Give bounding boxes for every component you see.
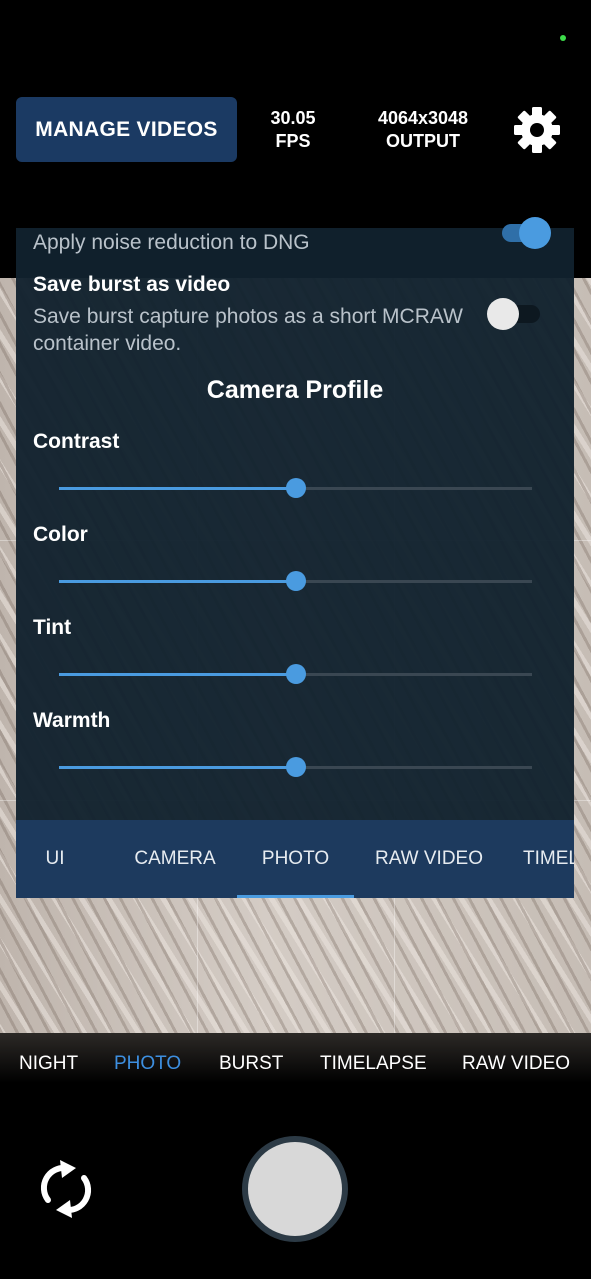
resolution-value: 4064x3048 [377,108,469,128]
tab-photo[interactable]: PHOTO [237,820,354,898]
mode-burst[interactable]: BURST [219,1053,283,1075]
color-slider[interactable] [59,571,532,591]
shutter-button[interactable] [248,1142,342,1236]
capture-mode-selector: NIGHT PHOTO BURST TIMELAPSE RAW VIDEO [0,1033,591,1083]
toggle-knob [519,217,551,249]
settings-tab-bar: UI CAMERA PHOTO RAW VIDEO TIMEL [16,820,574,898]
rotate-camera-icon[interactable] [38,1158,94,1220]
slider-thumb[interactable] [285,478,306,498]
tint-slider[interactable] [59,664,532,684]
warmth-label: Warmth [33,709,111,732]
gear-icon[interactable] [512,105,562,155]
save-burst-title: Save burst as video [33,273,231,296]
warmth-slider[interactable] [59,757,532,777]
mode-timelapse[interactable]: TIMELAPSE [320,1053,427,1075]
tint-label: Tint [33,616,72,639]
slider-thumb[interactable] [285,571,306,591]
output-resolution-readout: 4064x3048 OUTPUT [362,107,484,153]
active-tab-indicator [237,895,354,898]
noise-reduction-label: Apply noise reduction to DNG [33,231,310,254]
manage-videos-button[interactable]: MANAGE VIDEOS [16,97,237,162]
fps-readout: 30.05 FPS [258,107,328,153]
toggle-knob [487,298,519,330]
slider-thumb[interactable] [285,664,306,684]
contrast-slider[interactable] [59,478,532,498]
tab-ui[interactable]: UI [16,820,94,898]
resolution-label: OUTPUT [386,131,460,151]
slider-thumb[interactable] [285,757,306,777]
top-bar: MANAGE VIDEOS 30.05 FPS 4064x3048 OUTPUT [0,95,591,165]
settings-panel: Apply noise reduction to DNG Save burst … [16,217,574,898]
save-burst-description: Save burst capture photos as a short MCR… [33,305,463,355]
tab-timelapse[interactable]: TIMEL [523,820,574,898]
privacy-indicator-dot [560,35,566,41]
tab-camera[interactable]: CAMERA [119,820,231,898]
slider-fill [59,673,296,676]
mode-photo[interactable]: PHOTO [114,1053,181,1075]
mode-night[interactable]: NIGHT [19,1053,78,1075]
fps-value: 30.05 [270,108,316,128]
slider-fill [59,766,296,769]
slider-fill [59,580,296,583]
mode-raw-video[interactable]: RAW VIDEO [462,1053,570,1075]
tab-raw-video[interactable]: RAW VIDEO [366,820,492,898]
camera-profile-heading: Camera Profile [206,376,384,404]
slider-fill [59,487,296,490]
contrast-label: Contrast [33,430,120,453]
fps-unit: FPS [275,131,311,151]
color-label: Color [33,523,88,546]
